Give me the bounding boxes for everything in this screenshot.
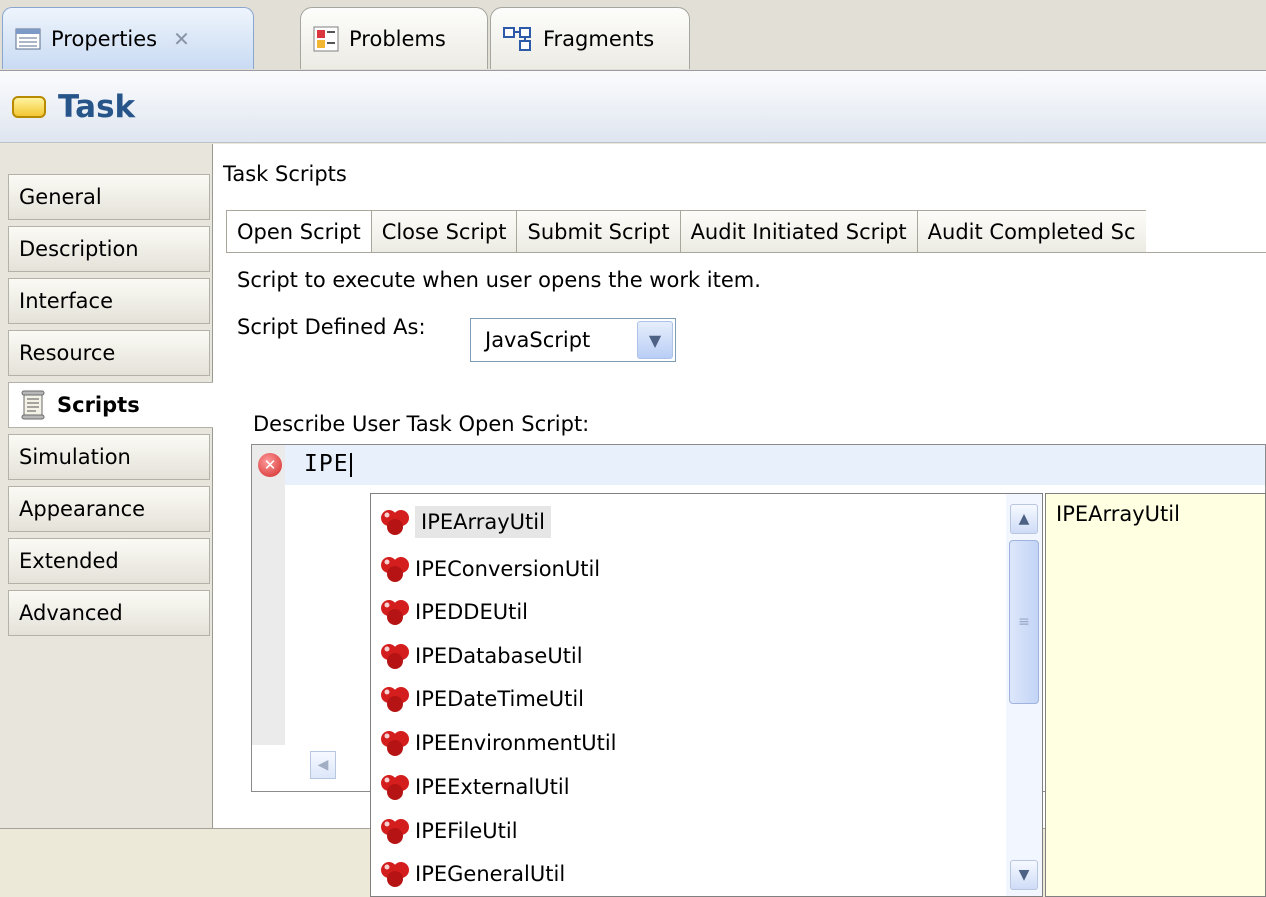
assist-item[interactable]: IPEGeneralUtil (379, 854, 565, 894)
assist-item[interactable]: IPEArrayUtil (379, 502, 551, 542)
assist-item[interactable]: IPEEnvironmentUtil (379, 723, 617, 763)
tab-problems-label: Problems (349, 26, 446, 51)
section-tab-label: Extended (19, 549, 119, 573)
editor-ruler (252, 445, 285, 745)
section-title: Task Scripts (223, 162, 347, 186)
view-tab-bar: Properties ✕ Problems Fragments (0, 0, 1266, 71)
tab-label: Close Script (381, 219, 507, 244)
properties-view: Properties ✕ Problems Fragments Task Gen… (0, 0, 1266, 897)
error-icon: ✕ (258, 453, 282, 477)
script-language-select[interactable]: JavaScript ▼ (470, 318, 676, 362)
chevron-down-icon[interactable]: ▼ (637, 321, 673, 359)
assist-item-label: IPEFileUtil (415, 819, 518, 843)
scrollbar-thumb[interactable]: ≡ (1009, 540, 1039, 704)
assist-item-label: IPEArrayUtil (415, 506, 551, 538)
object-icon (381, 862, 409, 887)
object-icon (381, 644, 409, 669)
divider (226, 252, 1266, 253)
section-tab-label: General (19, 185, 102, 209)
section-tab-label: Interface (19, 289, 114, 313)
assist-item-label: IPEGeneralUtil (415, 862, 566, 886)
assist-item[interactable]: IPEExternalUtil (379, 767, 570, 807)
editor-text: IPE (304, 451, 349, 477)
section-tab-resource[interactable]: Resource (8, 330, 210, 376)
section-tab-label: Resource (19, 341, 116, 365)
section-tab-appearance[interactable]: Appearance (8, 486, 210, 532)
section-tabs: General Description Interface Resource S… (0, 144, 214, 828)
chevron-down-icon[interactable]: ▼ (1010, 860, 1038, 890)
current-line-highlight (285, 445, 1265, 485)
section-tab-extended[interactable]: Extended (8, 538, 210, 584)
section-tab-simulation[interactable]: Simulation (8, 434, 210, 480)
assist-item-label: IPEExternalUtil (415, 775, 570, 799)
section-tab-label: Simulation (19, 445, 131, 469)
tab-audit-completed-script[interactable]: Audit Completed Sc (917, 210, 1146, 253)
assist-scrollbar[interactable]: ▲ ≡ ▼ (1006, 494, 1042, 896)
page-header: Task (0, 71, 1266, 143)
assist-item[interactable]: IPEFileUtil (379, 811, 518, 851)
tab-fragments[interactable]: Fragments (490, 7, 690, 69)
page-title: Task (58, 88, 136, 125)
tab-open-script[interactable]: Open Script (226, 210, 372, 253)
object-icon (381, 775, 409, 800)
tab-properties[interactable]: Properties ✕ (2, 7, 254, 69)
assist-item-label: IPEConversionUtil (415, 557, 601, 581)
editor-code-line[interactable]: IPE (304, 451, 352, 477)
object-icon (381, 557, 409, 582)
editor-label: Describe User Task Open Script: (253, 412, 590, 436)
section-tab-general[interactable]: General (8, 174, 210, 220)
assist-item-label: IPEDateTimeUtil (415, 687, 584, 711)
tab-label: Audit Completed Sc (927, 219, 1136, 244)
assist-info-text: IPEArrayUtil (1056, 502, 1180, 526)
tab-label: Submit Script (527, 219, 670, 244)
section-tab-label: Appearance (19, 497, 146, 521)
tab-fragments-label: Fragments (543, 26, 655, 51)
assist-item[interactable]: IPEConversionUtil (379, 549, 600, 589)
content-assist-list[interactable]: IPEArrayUtil IPEConversionUtil IPEDDEUti… (370, 493, 1043, 897)
section-tab-advanced[interactable]: Advanced (8, 590, 210, 636)
object-icon (381, 687, 409, 712)
assist-item-label: IPEDDEUtil (415, 600, 529, 624)
assist-item[interactable]: IPEDateTimeUtil (379, 679, 584, 719)
tab-audit-initiated-script[interactable]: Audit Initiated Script (680, 210, 918, 253)
tab-close-script[interactable]: Close Script (371, 210, 518, 253)
assist-info-panel: IPEArrayUtil (1045, 493, 1266, 897)
object-icon (381, 600, 409, 625)
object-icon (381, 819, 409, 844)
tab-label: Open Script (237, 220, 361, 244)
scroll-left-icon[interactable]: ◀ (310, 751, 336, 779)
section-tab-scripts[interactable]: Scripts (8, 382, 214, 428)
close-icon[interactable]: ✕ (173, 27, 190, 51)
assist-item[interactable]: IPEDDEUtil (379, 592, 528, 632)
assist-item[interactable]: IPEDatabaseUtil (379, 636, 583, 676)
script-tabs: Open Script Close Script Submit Script A… (226, 210, 1146, 253)
section-tab-description[interactable]: Description (8, 226, 210, 272)
problems-icon (313, 26, 339, 51)
assist-item-label: IPEDatabaseUtil (415, 644, 583, 668)
object-icon (381, 731, 409, 756)
script-defined-as-label: Script Defined As: (237, 315, 426, 339)
script-language-value: JavaScript (485, 328, 591, 352)
section-tab-label: Description (19, 237, 139, 261)
text-caret (349, 452, 352, 477)
tab-properties-label: Properties (51, 26, 158, 51)
tab-problems[interactable]: Problems (300, 7, 488, 69)
object-icon (381, 510, 409, 535)
task-icon (12, 95, 46, 118)
script-description: Script to execute when user opens the wo… (237, 268, 761, 292)
tab-submit-script[interactable]: Submit Script (517, 210, 681, 253)
assist-item-label: IPEEnvironmentUtil (415, 731, 617, 755)
tab-label: Audit Initiated Script (690, 219, 907, 244)
section-tab-label: Scripts (57, 393, 140, 417)
chevron-up-icon[interactable]: ▲ (1010, 504, 1038, 534)
scroll-icon (21, 390, 45, 420)
section-tab-label: Advanced (19, 601, 123, 625)
properties-table-icon (15, 28, 41, 49)
section-tab-interface[interactable]: Interface (8, 278, 210, 324)
fragments-icon (503, 26, 531, 51)
